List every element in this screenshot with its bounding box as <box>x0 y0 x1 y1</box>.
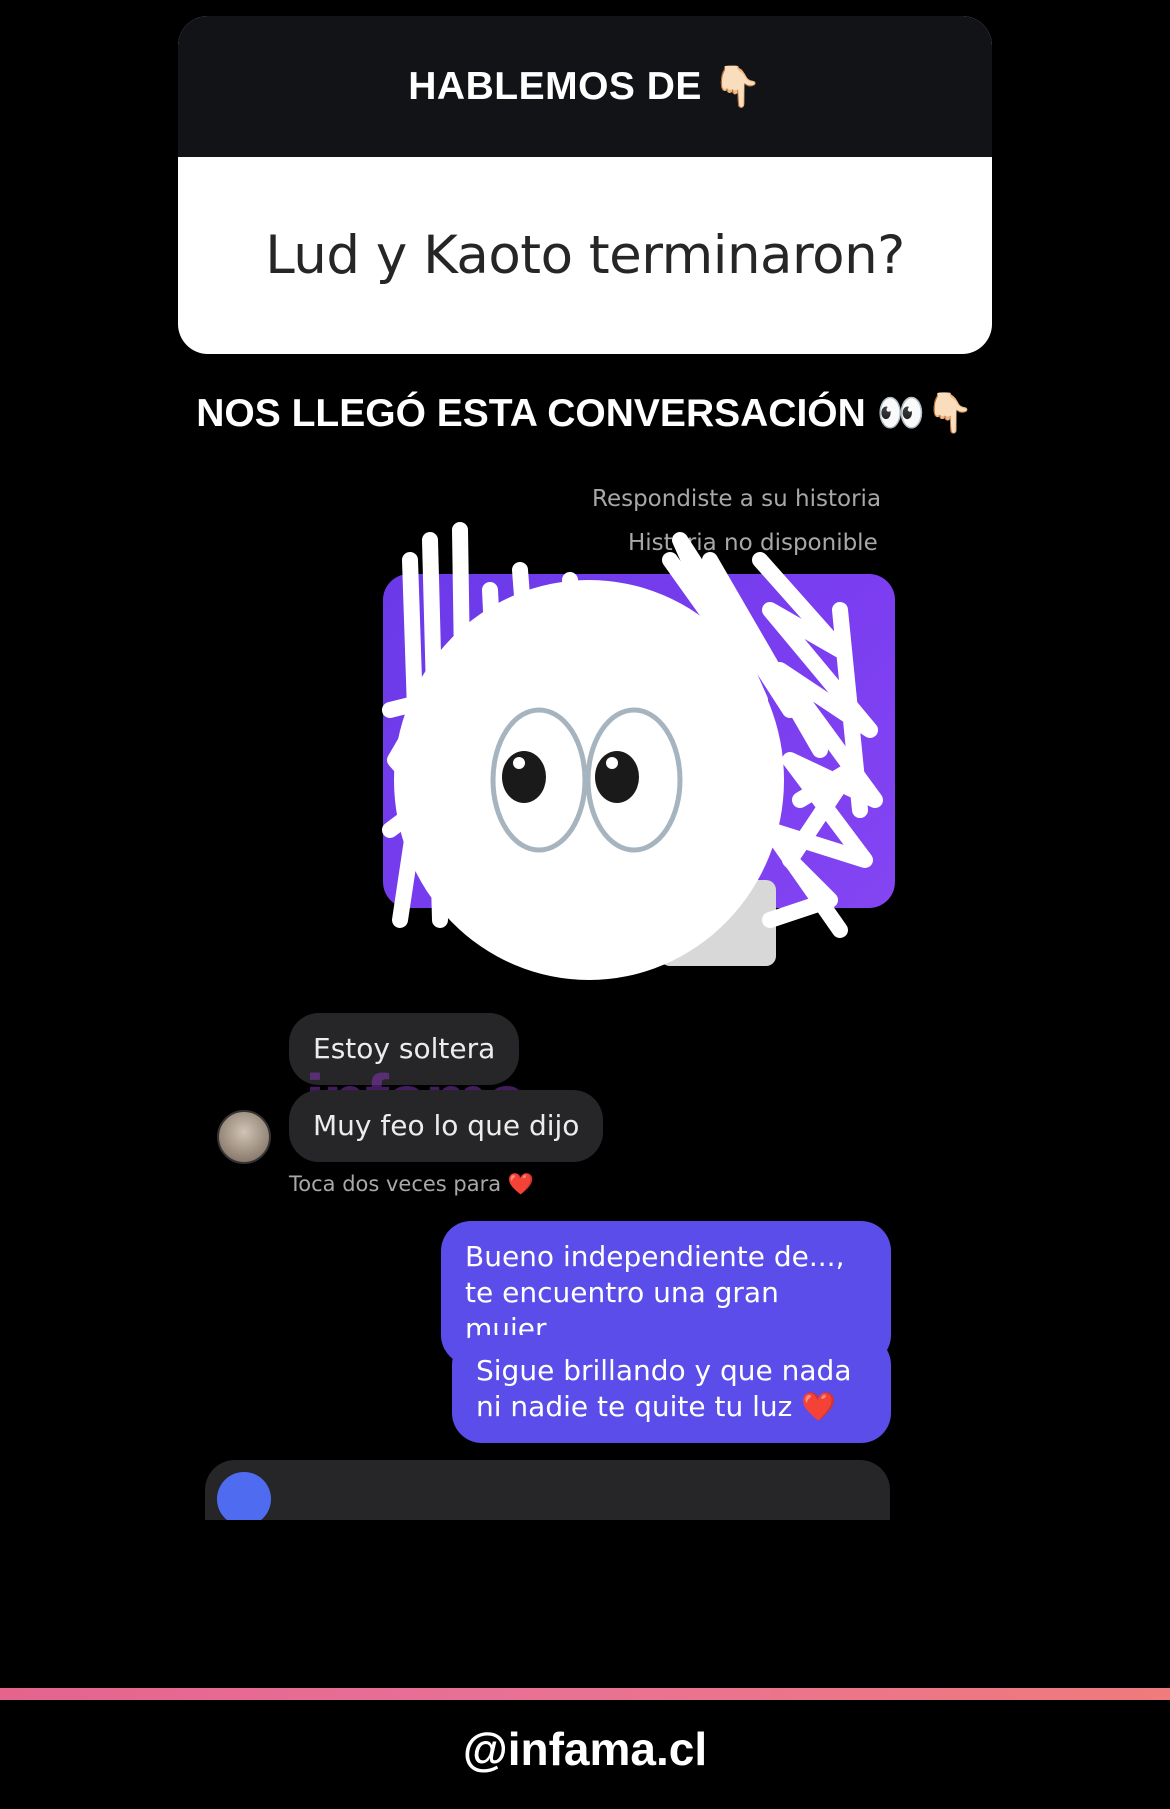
question-sticker-title: HABLEMOS DE <box>408 64 702 108</box>
camera-icon[interactable] <box>217 1472 271 1520</box>
account-handle: @infama.cl <box>462 1723 708 1775</box>
eyes-icon <box>490 707 683 853</box>
incoming-message[interactable]: Muy feo lo que dijo <box>289 1090 604 1162</box>
question-sticker-header: HABLEMOS DE 👇🏻 <box>178 16 992 157</box>
pointing-down-emoji-icon: 👇🏻 <box>711 63 762 110</box>
footer-divider <box>0 1688 1170 1700</box>
question-sticker: HABLEMOS DE 👇🏻 Lud y Kaoto terminaron? <box>178 16 992 354</box>
double-tap-hint: Toca dos veces para ❤️ <box>289 1172 534 1196</box>
message-composer[interactable] <box>205 1460 890 1520</box>
outgoing-message[interactable]: Sigue brillando y que nada ni nadie te q… <box>452 1335 891 1443</box>
eyes-sticker <box>394 580 784 980</box>
question-sticker-body: Lud y Kaoto terminaron? <box>178 157 992 354</box>
avatar[interactable] <box>217 1110 271 1164</box>
conversation-subheading: NOS LLEGÓ ESTA CONVERSACIÓN 👀👇🏻 <box>196 392 974 435</box>
question-text: Lud y Kaoto terminaron? <box>265 225 905 286</box>
